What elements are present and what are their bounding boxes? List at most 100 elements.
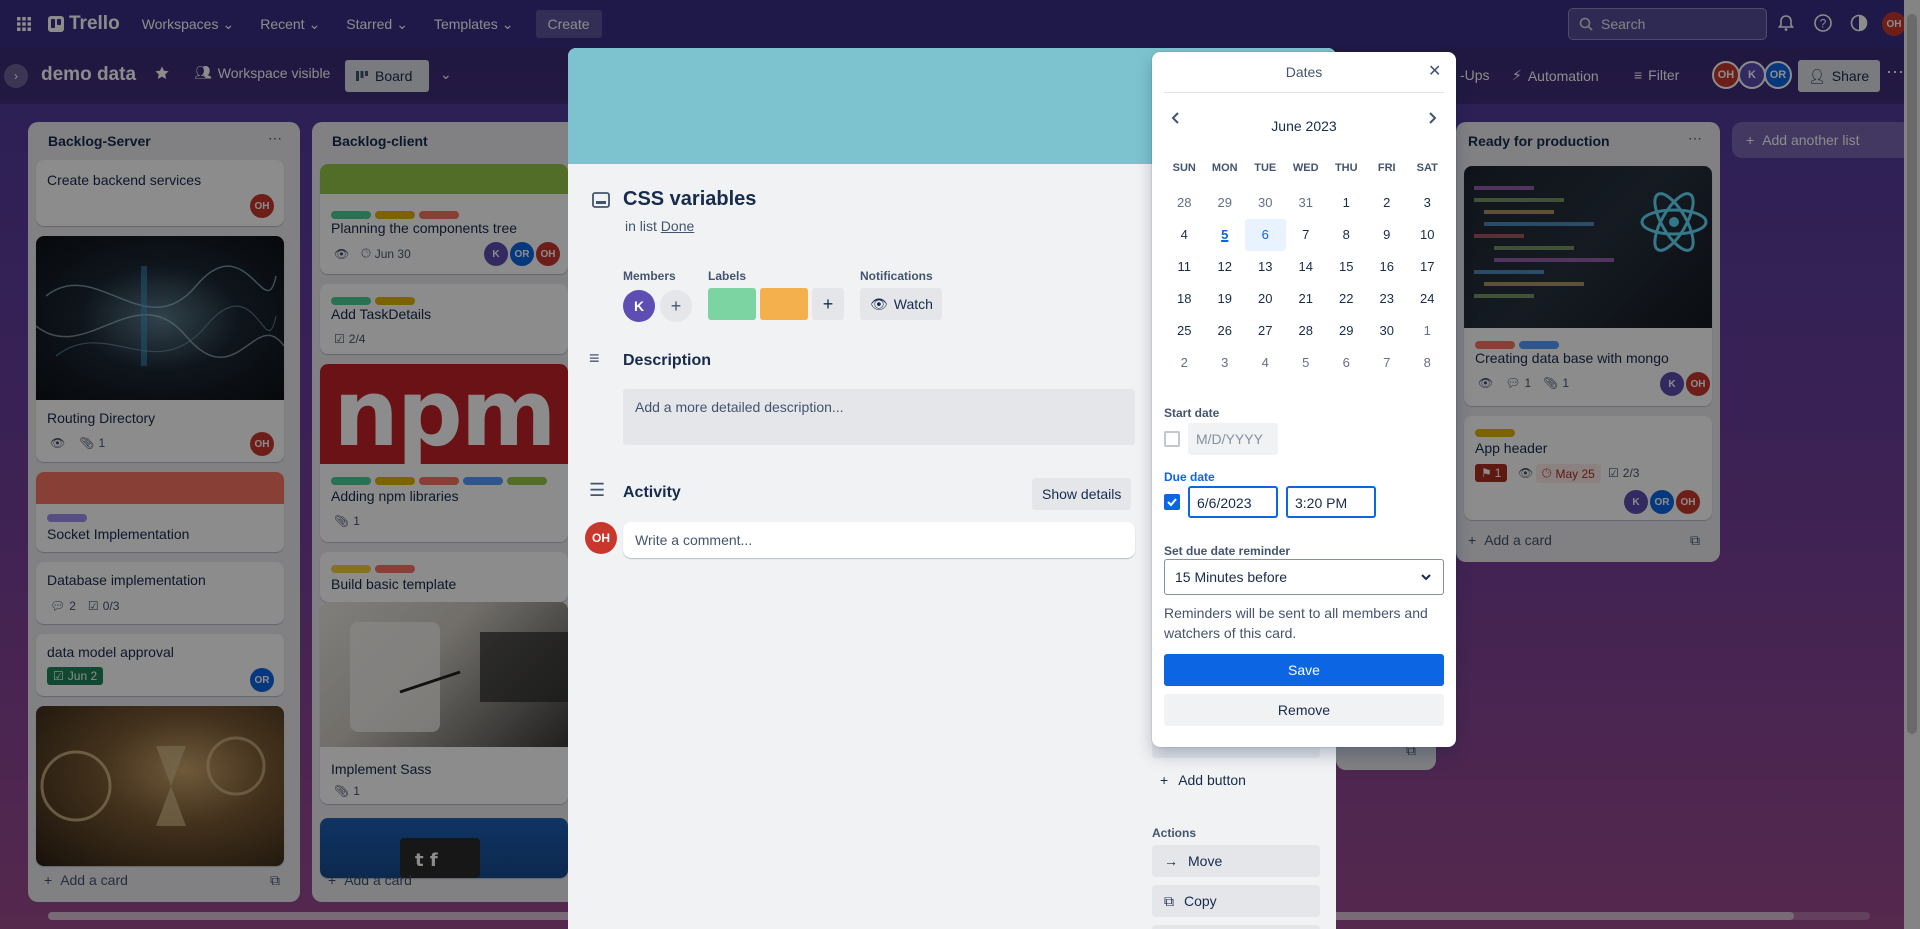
close-icon[interactable]: ✕: [1428, 61, 1441, 81]
copy-button[interactable]: ⧉ Copy: [1152, 885, 1320, 917]
move-button[interactable]: → Move: [1152, 845, 1320, 877]
calendar-day[interactable]: 17: [1407, 251, 1448, 283]
calendar-day[interactable]: 6: [1326, 347, 1367, 379]
calendar-day[interactable]: 23: [1367, 283, 1408, 315]
comment-input[interactable]: Write a comment...: [623, 522, 1135, 558]
calendar-day[interactable]: 14: [1286, 251, 1327, 283]
calendar-day[interactable]: 3: [1205, 347, 1246, 379]
reminder-label: Set due date reminder: [1164, 544, 1291, 558]
calendar-day[interactable]: 26: [1205, 315, 1246, 347]
add-member-icon[interactable]: +: [660, 290, 692, 322]
add-button[interactable]: + Add button: [1160, 772, 1246, 788]
calendar-day[interactable]: 4: [1245, 347, 1286, 379]
calendar-day[interactable]: 1: [1407, 315, 1448, 347]
reminder-value: 15 Minutes before: [1175, 569, 1288, 585]
labels-label: Labels: [708, 269, 747, 283]
calendar-day[interactable]: 8: [1407, 347, 1448, 379]
description-icon: ≡: [589, 348, 600, 368]
start-date-checkbox[interactable]: [1164, 431, 1180, 447]
calendar-day[interactable]: 7: [1367, 347, 1408, 379]
reminder-select[interactable]: 15 Minutes before: [1164, 559, 1444, 595]
remove-button[interactable]: Remove: [1164, 694, 1444, 726]
dates-popover: Dates ✕ June 2023 SUN MON TUE WED THU FRI SAT …: [1152, 52, 1456, 747]
weekday-label: FRI: [1377, 162, 1396, 174]
calendar-month: June 2023: [1271, 118, 1337, 134]
description-input[interactable]: Add a more detailed description...: [623, 389, 1135, 445]
calendar-day[interactable]: 20: [1245, 283, 1286, 315]
calendar-day[interactable]: 3: [1407, 187, 1448, 219]
calendar-day-today[interactable]: 5: [1205, 219, 1246, 251]
calendar-day[interactable]: 7: [1286, 219, 1327, 251]
calendar-day[interactable]: 4: [1164, 219, 1205, 251]
sidebar-button-cutoff[interactable]: [1152, 925, 1320, 929]
weekday-label: THU: [1334, 162, 1358, 174]
plus-icon: +: [1160, 772, 1169, 788]
show-details-button[interactable]: Show details: [1032, 478, 1132, 510]
commenter-avatar: OH: [585, 522, 617, 554]
due-date-input[interactable]: 6/6/2023: [1188, 486, 1278, 518]
dates-title: Dates: [1285, 64, 1323, 80]
divider: [1164, 92, 1444, 93]
weekday-label: MON: [1211, 162, 1238, 174]
move-label: Move: [1188, 853, 1223, 869]
calendar-day[interactable]: 9: [1367, 219, 1408, 251]
calendar-day[interactable]: 28: [1164, 187, 1205, 219]
eye-icon: 👁︎: [870, 295, 888, 312]
due-date-label: Due date: [1164, 470, 1215, 484]
watch-button[interactable]: 👁︎ Watch: [860, 288, 942, 320]
calendar-day[interactable]: 19: [1205, 283, 1246, 315]
weekday-label: TUE: [1254, 162, 1277, 174]
calendar-day[interactable]: 27: [1245, 315, 1286, 347]
due-date-checkbox[interactable]: [1164, 494, 1180, 510]
start-date-input[interactable]: M/D/YYYY: [1188, 423, 1278, 455]
save-button[interactable]: Save: [1164, 654, 1444, 686]
weekday-label: SAT: [1416, 162, 1438, 174]
calendar-day[interactable]: 10: [1407, 219, 1448, 251]
label-chip-orange[interactable]: [760, 288, 808, 320]
weekday-label: SUN: [1172, 162, 1196, 174]
calendar-day[interactable]: 13: [1245, 251, 1286, 283]
start-date-label: Start date: [1164, 406, 1220, 420]
calendar-day[interactable]: 25: [1164, 315, 1205, 347]
calendar-day[interactable]: 29: [1326, 315, 1367, 347]
copy-label: Copy: [1184, 893, 1217, 909]
due-time-input[interactable]: 3:20 PM: [1286, 486, 1376, 518]
calendar-day[interactable]: 24: [1407, 283, 1448, 315]
calendar-day[interactable]: 15: [1326, 251, 1367, 283]
card-title-icon: [592, 192, 610, 208]
add-label-icon[interactable]: +: [812, 288, 844, 320]
comment-placeholder: Write a comment...: [635, 532, 753, 548]
calendar-day[interactable]: 29: [1205, 187, 1246, 219]
notifications-label: Notifications: [860, 269, 933, 283]
members-label: Members: [623, 269, 676, 283]
weekday-label: WED: [1292, 162, 1319, 174]
calendar-day[interactable]: 2: [1164, 347, 1205, 379]
calendar-day[interactable]: 12: [1205, 251, 1246, 283]
calendar-day[interactable]: 18: [1164, 283, 1205, 315]
calendar-grid: 28 29 30 31 1 2 3 4 5 6 7 8 9 10 11 12 13 14 15 16 17 18 19 20 2…: [1164, 187, 1447, 379]
add-button-label: Add button: [1178, 772, 1246, 788]
calendar-day[interactable]: 16: [1367, 251, 1408, 283]
calendar-day[interactable]: 11: [1164, 251, 1205, 283]
label-chip-green[interactable]: [708, 288, 756, 320]
in-list-prefix: in list: [625, 218, 657, 234]
chevron-right-icon[interactable]: [1424, 110, 1440, 126]
activity-title: Activity: [623, 484, 681, 501]
calendar-day-selected[interactable]: 6: [1245, 219, 1286, 251]
calendar-day[interactable]: 1: [1326, 187, 1367, 219]
calendar-day[interactable]: 30: [1245, 187, 1286, 219]
copy-icon: ⧉: [1164, 892, 1174, 909]
calendar-day[interactable]: 31: [1286, 187, 1327, 219]
card-title[interactable]: CSS variables: [623, 188, 756, 211]
member-avatar[interactable]: K: [623, 290, 655, 322]
calendar-day[interactable]: 28: [1286, 315, 1327, 347]
calendar-day[interactable]: 22: [1326, 283, 1367, 315]
calendar-day[interactable]: 21: [1286, 283, 1327, 315]
calendar-day[interactable]: 2: [1367, 187, 1408, 219]
calendar-day[interactable]: 8: [1326, 219, 1367, 251]
description-title: Description: [623, 352, 712, 369]
calendar-day[interactable]: 30: [1367, 315, 1408, 347]
in-list-text: in list Done: [625, 218, 694, 234]
calendar-day[interactable]: 5: [1286, 347, 1327, 379]
list-link[interactable]: Done: [661, 218, 694, 234]
